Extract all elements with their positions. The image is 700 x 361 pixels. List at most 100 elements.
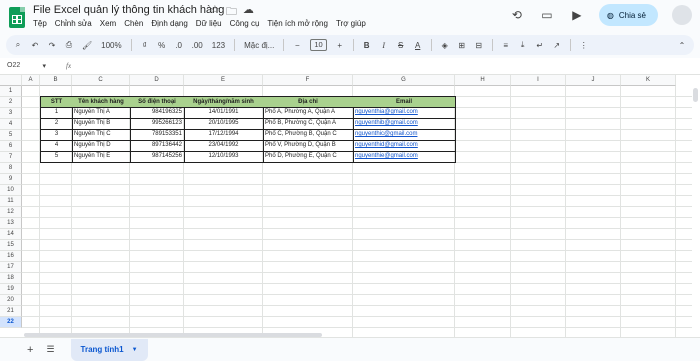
row-header-8[interactable]: 8	[0, 163, 22, 174]
sheet-grid[interactable]: A B C D E F G H I J K 1 2 3 4 5 6 7 8 9 10 11 12 13 14 15 16 17 18 19…	[0, 75, 700, 337]
avatar[interactable]	[672, 5, 692, 25]
row-header-13[interactable]: 13	[0, 218, 22, 229]
row-header-22[interactable]: 22	[0, 317, 22, 328]
column-header-b[interactable]: B	[40, 75, 72, 86]
column-header-i[interactable]: I	[511, 75, 566, 86]
row-header-18[interactable]: 18	[0, 273, 22, 284]
table-cell-customer-name[interactable]: Nguyễn Thị E	[72, 151, 131, 163]
meet-icon[interactable]: ▶	[569, 7, 585, 23]
row-header-12[interactable]: 12	[0, 207, 22, 218]
row-header-11[interactable]: 11	[0, 196, 22, 207]
borders-icon[interactable]: ⊞	[458, 41, 466, 50]
table-cell-stt[interactable]: 5	[40, 151, 73, 163]
column-header-h[interactable]: H	[455, 75, 511, 86]
undo-icon[interactable]: ↶	[31, 41, 39, 50]
increase-decimal-button[interactable]: .00	[192, 41, 203, 50]
zoom-select[interactable]: 100%	[101, 41, 121, 50]
table-cell-birth-date[interactable]: 12/10/1993	[184, 151, 264, 163]
menu-extensions[interactable]: Tiện ích mở rộng	[267, 19, 328, 28]
row-header-7[interactable]: 7	[0, 152, 22, 163]
text-rotation-icon[interactable]: ↗	[553, 41, 561, 50]
gridline	[22, 195, 692, 196]
paint-format-icon[interactable]: 🖌	[82, 41, 92, 50]
text-wrap-icon[interactable]: ↵	[536, 41, 544, 50]
vertical-align-icon[interactable]: ⤓	[519, 40, 527, 50]
row-header-5[interactable]: 5	[0, 130, 22, 141]
menu-insert[interactable]: Chèn	[124, 19, 143, 28]
fill-color-icon[interactable]: ◈	[441, 41, 449, 50]
add-sheet-icon[interactable]: +	[27, 344, 33, 356]
menu-edit[interactable]: Chỉnh sửa	[55, 19, 92, 28]
gridline	[22, 316, 692, 317]
font-size-decrease-button[interactable]: −	[293, 41, 301, 50]
text-color-button[interactable]: A	[414, 41, 422, 50]
menu-data[interactable]: Dữ liệu	[196, 19, 222, 28]
menu-file[interactable]: Tệp	[33, 19, 47, 28]
row-header-6[interactable]: 6	[0, 141, 22, 152]
menu-tools[interactable]: Công cụ	[230, 19, 260, 28]
print-icon[interactable]: ⎙	[65, 40, 73, 50]
gridline	[22, 228, 692, 229]
font-select[interactable]: Mặc đị...	[244, 41, 274, 50]
row-header-10[interactable]: 10	[0, 185, 22, 196]
spreadsheet-app: File Excel quản lý thông tin khách hàng …	[0, 0, 700, 361]
row-header-2[interactable]: 2	[0, 97, 22, 108]
more-icon[interactable]: ⋮	[580, 41, 588, 50]
menu-help[interactable]: Trợ giúp	[336, 19, 366, 28]
divider	[430, 39, 432, 51]
font-size-input[interactable]: 10	[310, 39, 327, 51]
name-box[interactable]: O22 ▾	[0, 62, 52, 70]
column-header-e[interactable]: E	[184, 75, 263, 86]
sheets-logo-icon[interactable]	[9, 7, 25, 28]
row-header-1[interactable]: 1	[0, 86, 22, 97]
bold-button[interactable]: B	[363, 41, 371, 50]
column-header-c[interactable]: C	[72, 75, 130, 86]
sheet-tab[interactable]: Trang tính1 ▼	[70, 338, 148, 361]
collapse-toolbar-icon[interactable]: ⌃	[678, 41, 686, 50]
italic-button[interactable]: I	[380, 41, 388, 50]
column-header-g[interactable]: G	[353, 75, 455, 86]
table-cell-email[interactable]: nguyenthie@gmail.com	[353, 151, 456, 163]
strikethrough-button[interactable]: S	[397, 41, 405, 50]
caret-down-icon[interactable]: ▼	[132, 347, 138, 353]
row-header-9[interactable]: 9	[0, 174, 22, 185]
share-button[interactable]: ◍ Chia sẻ	[598, 4, 658, 26]
decrease-decimal-button[interactable]: .0	[175, 41, 183, 50]
history-icon[interactable]: ⟲	[509, 7, 525, 23]
row-header-17[interactable]: 17	[0, 262, 22, 273]
share-label: Chia sẻ	[618, 10, 646, 20]
all-sheets-icon[interactable]: ☰	[46, 344, 54, 355]
comments-icon[interactable]: ▭	[539, 7, 555, 23]
document-title[interactable]: File Excel quản lý thông tin khách hàng	[33, 4, 224, 16]
column-header-d[interactable]: D	[130, 75, 184, 86]
column-header-a[interactable]: A	[22, 75, 40, 86]
row-header-14[interactable]: 14	[0, 229, 22, 240]
sheet-tab-label: Trang tính1	[80, 345, 124, 354]
column-header-f[interactable]: F	[263, 75, 353, 86]
search-menus-icon[interactable]: ⌕	[14, 40, 22, 50]
column-header-k[interactable]: K	[621, 75, 676, 86]
row-header-19[interactable]: 19	[0, 284, 22, 295]
horizontal-align-icon[interactable]: ≡	[502, 41, 510, 50]
gridline	[22, 206, 692, 207]
row-header-15[interactable]: 15	[0, 240, 22, 251]
menu-view[interactable]: Xem	[100, 19, 116, 28]
percent-format-button[interactable]: %	[158, 41, 166, 50]
number-format-button[interactable]: 123	[212, 41, 225, 50]
row-header-20[interactable]: 20	[0, 295, 22, 306]
row-header-16[interactable]: 16	[0, 251, 22, 262]
menu-format[interactable]: Định dạng	[151, 19, 187, 28]
merge-cells-icon[interactable]: ⊟	[475, 41, 483, 50]
vertical-scrollbar[interactable]	[693, 88, 698, 102]
row-header-21[interactable]: 21	[0, 306, 22, 317]
top-right-actions: ⟲ ▭ ▶ ◍ Chia sẻ	[509, 4, 692, 26]
row-header-3[interactable]: 3	[0, 108, 22, 119]
row-header-4[interactable]: 4	[0, 119, 22, 130]
font-size-increase-button[interactable]: +	[336, 41, 344, 50]
table-cell-phone[interactable]: 987145256	[130, 151, 185, 163]
redo-icon[interactable]: ↷	[48, 41, 56, 50]
currency-format-button[interactable]: ₫	[141, 41, 149, 50]
column-header-j[interactable]: J	[566, 75, 621, 86]
table-cell-address[interactable]: Phố D, Phường E, Quận C	[263, 151, 354, 163]
select-all-corner[interactable]	[0, 75, 22, 86]
